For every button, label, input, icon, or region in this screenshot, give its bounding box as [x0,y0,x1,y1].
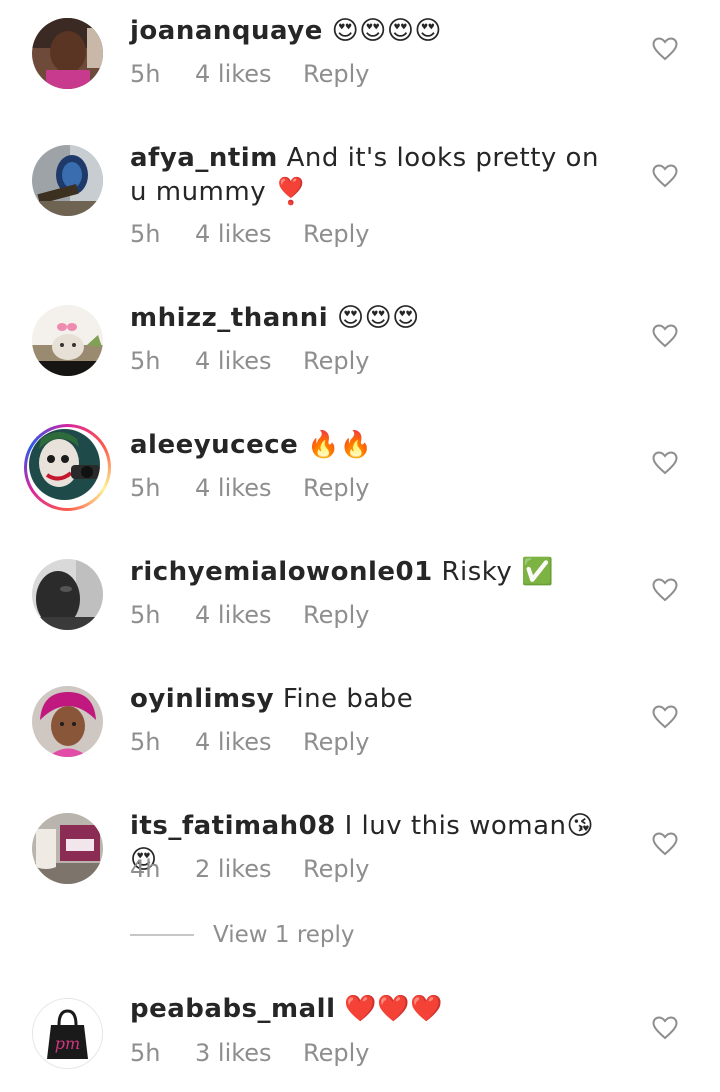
comment-username[interactable]: its_fatimah08 [130,811,336,841]
comment-time: 5h [130,1039,161,1067]
like-heart-icon[interactable] [652,832,678,856]
comment-username[interactable]: mhizz_thanni [130,303,328,333]
comment-time: 5h [130,728,161,756]
avatar-logo-text: pm [55,1034,80,1053]
reply-button[interactable]: Reply [303,728,369,756]
comment-username[interactable]: joananquaye [130,16,323,46]
comment-likes[interactable]: 4 likes [195,474,303,502]
reply-button[interactable]: Reply [303,347,369,375]
like-heart-icon[interactable] [652,164,678,188]
avatar-story-ring[interactable] [24,424,111,511]
reply-button[interactable]: Reply [303,474,369,502]
comment-username[interactable]: afya_ntim [130,143,278,173]
reply-button[interactable]: Reply [303,855,369,883]
avatar[interactable] [29,429,100,500]
like-heart-icon[interactable] [652,1016,678,1040]
comment-time: 5h [130,60,161,88]
comment-username[interactable]: richyemialowonle01 [130,557,433,587]
like-heart-icon[interactable] [652,705,678,729]
comment-likes[interactable]: 4 likes [195,728,303,756]
view-replies-divider [130,934,194,936]
comment-time: 5h [130,347,161,375]
avatar[interactable] [32,145,103,216]
view-replies-button[interactable]: View 1 reply [130,922,355,948]
comment-time: 5h [130,220,161,248]
like-heart-icon[interactable] [652,451,678,475]
comment-likes[interactable]: 4 likes [195,601,303,629]
avatar[interactable] [32,305,103,376]
comment-text: Fine babe [282,684,414,714]
comment-text: ❤️❤️❤️ [344,994,443,1024]
like-heart-icon[interactable] [652,578,678,602]
avatar[interactable]: pm [32,998,103,1069]
comment-likes[interactable]: 2 likes [195,855,303,883]
reply-button[interactable]: Reply [303,220,369,248]
like-heart-icon[interactable] [652,324,678,348]
comment-text: 😍😍😍😍 [331,16,443,46]
avatar[interactable] [32,18,103,89]
comment-likes[interactable]: 4 likes [195,220,303,248]
comment-time: 5h [130,474,161,502]
reply-button[interactable]: Reply [303,601,369,629]
avatar[interactable] [32,686,103,757]
comment-username[interactable]: peababs_mall [130,994,336,1024]
view-replies-label: View 1 reply [213,922,355,948]
comment-likes[interactable]: 4 likes [195,60,303,88]
comment-text: Risky ✅ [441,557,554,587]
reply-button[interactable]: Reply [303,1039,369,1067]
comment-time: 5h [130,601,161,629]
comment-username[interactable]: oyinlimsy [130,684,274,714]
avatar[interactable] [32,559,103,630]
comment-username[interactable]: aleeyucece [130,430,298,460]
like-heart-icon[interactable] [652,37,678,61]
comment-likes[interactable]: 4 likes [195,347,303,375]
avatar[interactable] [32,813,103,884]
comment-text: 🔥🔥 [307,430,373,460]
reply-button[interactable]: Reply [303,60,369,88]
comment-text: 😍😍😍 [336,303,420,333]
comment-time: 4h [130,855,161,883]
comment-likes[interactable]: 3 likes [195,1039,303,1067]
